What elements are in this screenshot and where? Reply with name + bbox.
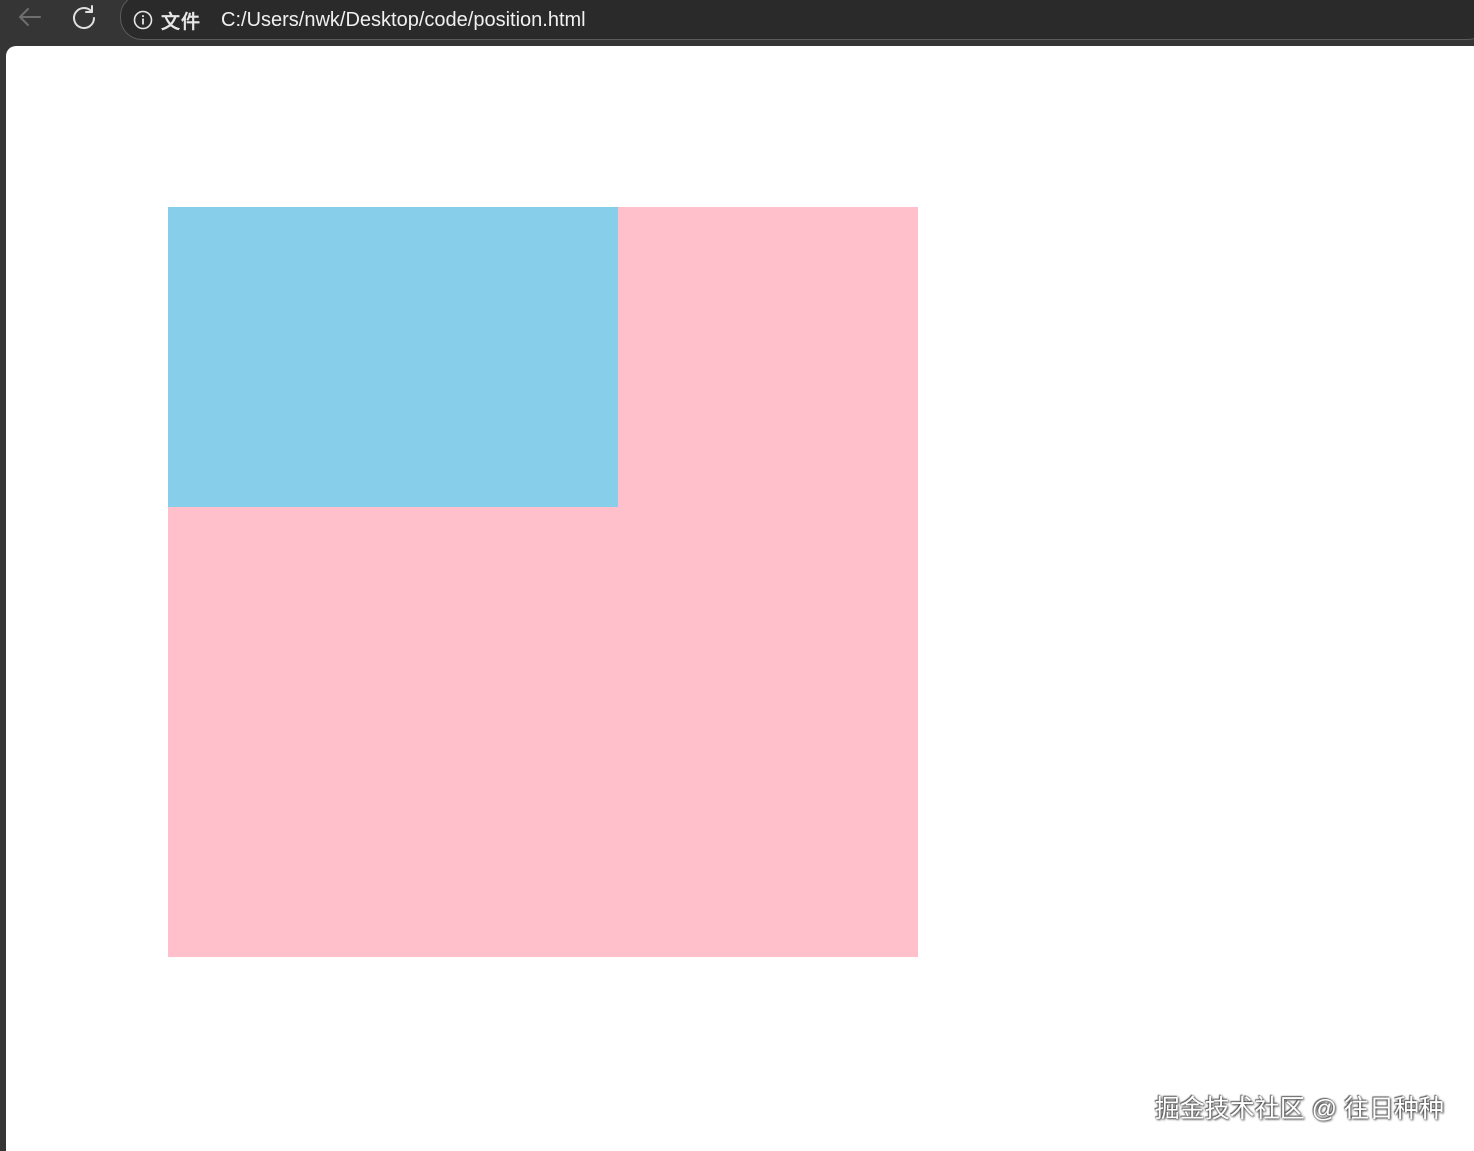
scheme-label: 文件 bbox=[161, 11, 202, 33]
watermark: 掘金技术社区 @ 往日种种 bbox=[1154, 1095, 1444, 1123]
info-icon[interactable] bbox=[133, 10, 153, 30]
page-viewport: 掘金技术社区 @ 往日种种 bbox=[6, 46, 1474, 1151]
address-bar[interactable]: 文件 C:/Users/nwk/Desktop/code/position.ht… bbox=[120, 0, 1474, 40]
url-text[interactable]: C:/Users/nwk/Desktop/code/position.html bbox=[221, 9, 586, 32]
browser-toolbar: 文件 C:/Users/nwk/Desktop/code/position.ht… bbox=[0, 0, 1474, 46]
inner-box bbox=[168, 207, 618, 507]
reload-icon bbox=[73, 5, 95, 29]
arrow-left-icon bbox=[19, 8, 41, 26]
back-button[interactable] bbox=[14, 2, 46, 32]
reload-button[interactable] bbox=[68, 2, 100, 32]
